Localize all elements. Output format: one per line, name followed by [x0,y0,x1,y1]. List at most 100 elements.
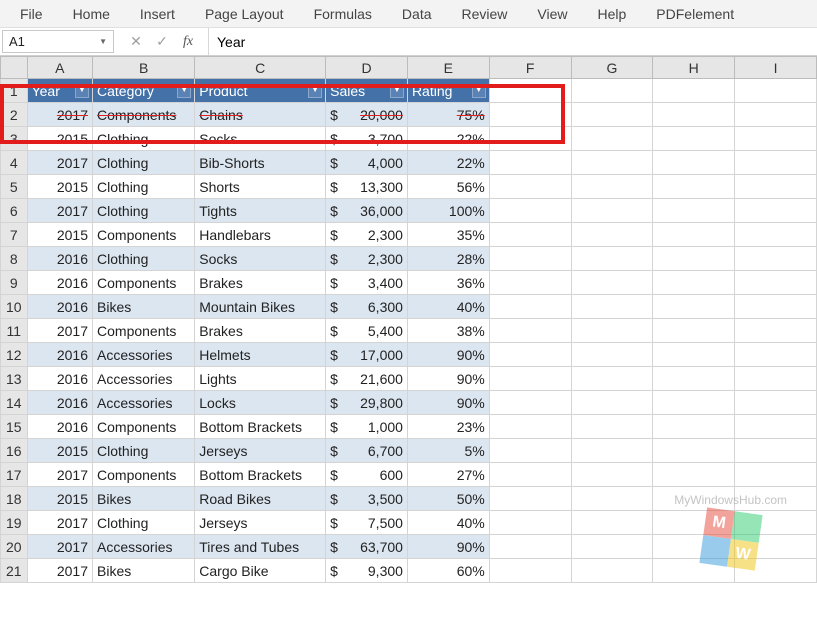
row-header[interactable]: 2 [1,103,28,127]
cell[interactable] [489,487,571,511]
ribbon-tab-home[interactable]: Home [59,2,124,26]
cell-rating[interactable]: 22% [407,127,489,151]
cell-sales[interactable]: $3,400 [326,271,408,295]
cell[interactable] [571,151,653,175]
row-header[interactable]: 3 [1,127,28,151]
cell[interactable] [735,343,817,367]
cell-rating[interactable]: 90% [407,535,489,559]
cell[interactable] [653,535,735,559]
table-header-year[interactable]: Year▼ [27,79,92,103]
cell[interactable] [735,103,817,127]
cell[interactable] [735,175,817,199]
cell[interactable] [571,79,653,103]
cell[interactable] [653,439,735,463]
cell-category[interactable]: Clothing [93,127,195,151]
cell[interactable] [571,103,653,127]
ribbon-tab-pdfelement[interactable]: PDFelement [642,2,748,26]
cancel-icon[interactable]: ✕ [126,33,146,50]
cell-rating[interactable]: 50% [407,487,489,511]
cell-rating[interactable]: 75% [407,103,489,127]
cell-product[interactable]: Socks [195,127,326,151]
cell-category[interactable]: Components [93,415,195,439]
cell-category[interactable]: Accessories [93,535,195,559]
cell[interactable] [653,559,735,583]
cell-product[interactable]: Brakes [195,319,326,343]
cell[interactable] [735,511,817,535]
ribbon-tab-insert[interactable]: Insert [126,2,189,26]
cell[interactable] [489,247,571,271]
fx-icon[interactable]: fx [178,34,198,50]
ribbon-tab-data[interactable]: Data [388,2,446,26]
cell-category[interactable]: Accessories [93,367,195,391]
cell[interactable] [489,175,571,199]
formula-input[interactable] [209,28,817,55]
cell-year[interactable]: 2016 [27,271,92,295]
cell-year[interactable]: 2015 [27,223,92,247]
cell[interactable] [653,295,735,319]
cell-year[interactable]: 2016 [27,391,92,415]
cell[interactable] [735,439,817,463]
cell-year[interactable]: 2017 [27,463,92,487]
cell-product[interactable]: Road Bikes [195,487,326,511]
cell-category[interactable]: Bikes [93,559,195,583]
cell[interactable] [735,367,817,391]
cell-rating[interactable]: 40% [407,295,489,319]
cell[interactable] [489,103,571,127]
cell[interactable] [653,223,735,247]
cell[interactable] [735,199,817,223]
cell-product[interactable]: Mountain Bikes [195,295,326,319]
filter-dropdown-icon[interactable]: ▼ [177,84,191,98]
cell-year[interactable]: 2015 [27,439,92,463]
column-header-A[interactable]: A [27,57,92,79]
cell[interactable] [735,271,817,295]
cell[interactable] [571,487,653,511]
cell[interactable] [735,223,817,247]
cell[interactable] [489,415,571,439]
cell[interactable] [571,175,653,199]
cell[interactable] [571,367,653,391]
cell-year[interactable]: 2017 [27,511,92,535]
cell-product[interactable]: Bib-Shorts [195,151,326,175]
row-header[interactable]: 21 [1,559,28,583]
row-header[interactable]: 18 [1,487,28,511]
filter-dropdown-icon[interactable]: ▼ [472,84,486,98]
row-header[interactable]: 16 [1,439,28,463]
cell[interactable] [735,559,817,583]
cell-category[interactable]: Accessories [93,391,195,415]
cell-rating[interactable]: 40% [407,511,489,535]
cell-year[interactable]: 2017 [27,535,92,559]
cell[interactable] [571,535,653,559]
cell-product[interactable]: Locks [195,391,326,415]
cell[interactable] [571,439,653,463]
cell[interactable] [653,127,735,151]
cell[interactable] [735,127,817,151]
cell-year[interactable]: 2016 [27,247,92,271]
cell-sales[interactable]: $2,300 [326,223,408,247]
ribbon-tab-view[interactable]: View [523,2,581,26]
cell-year[interactable]: 2015 [27,127,92,151]
cell[interactable] [571,511,653,535]
cell[interactable] [653,271,735,295]
cell-product[interactable]: Handlebars [195,223,326,247]
cell-year[interactable]: 2016 [27,415,92,439]
cell[interactable] [735,391,817,415]
cell-rating[interactable]: 28% [407,247,489,271]
cell-rating[interactable]: 35% [407,223,489,247]
cell[interactable] [489,79,571,103]
row-header[interactable]: 20 [1,535,28,559]
cell[interactable] [653,511,735,535]
cell[interactable] [653,175,735,199]
cell[interactable] [571,559,653,583]
cell[interactable] [735,247,817,271]
cell-category[interactable]: Components [93,319,195,343]
cell-category[interactable]: Accessories [93,343,195,367]
table-header-rating[interactable]: Rating▼ [407,79,489,103]
cell-sales[interactable]: $21,600 [326,367,408,391]
cell-rating[interactable]: 60% [407,559,489,583]
cell-rating[interactable]: 100% [407,199,489,223]
filter-dropdown-icon[interactable]: ▼ [390,84,404,98]
cell[interactable] [489,367,571,391]
cell-category[interactable]: Clothing [93,151,195,175]
cell[interactable] [571,271,653,295]
cell-year[interactable]: 2016 [27,343,92,367]
